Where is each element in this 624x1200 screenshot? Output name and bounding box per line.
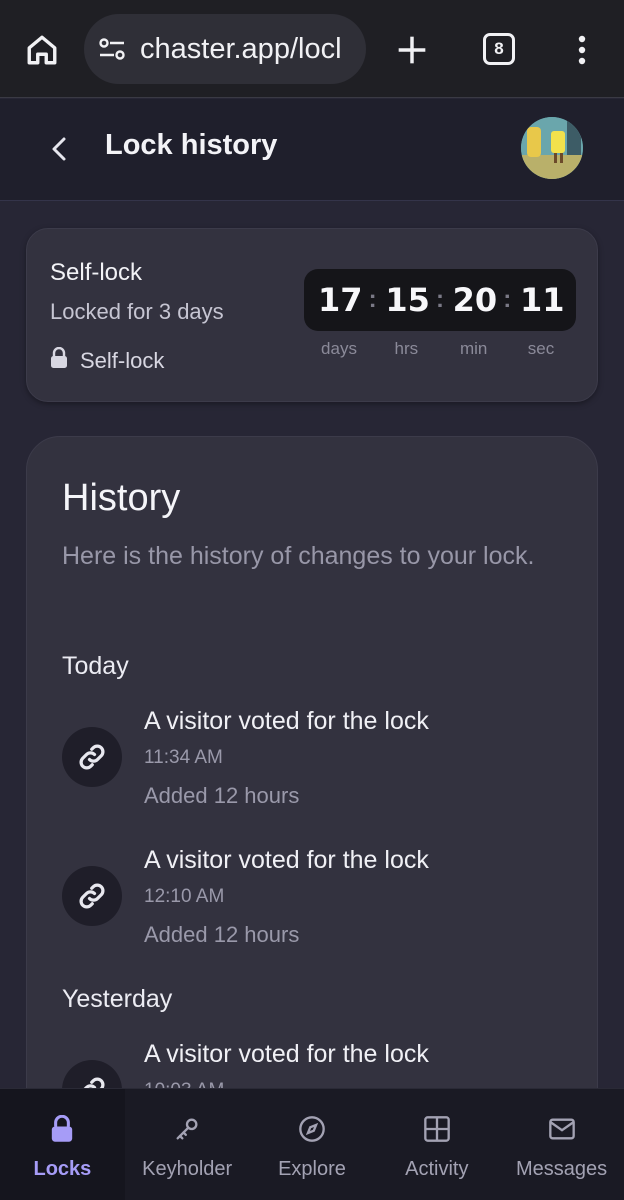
lock-summary-card[interactable]: Self-lock Locked for 3 days Self-lock 17… — [26, 228, 598, 402]
timer-unit-minutes: min — [459, 339, 488, 358]
compass-icon — [298, 1115, 326, 1148]
link-icon — [62, 727, 122, 787]
timer-separator: : — [435, 286, 444, 313]
site-settings-icon[interactable] — [98, 37, 138, 61]
event-time: 12:10 AM — [144, 886, 225, 907]
timer-units: days hrs min sec — [304, 339, 576, 359]
event-detail: Added 12 hours — [144, 783, 300, 808]
timer-unit-seconds: sec — [527, 339, 555, 358]
nav-item-locks[interactable]: Locks — [0, 1089, 125, 1200]
countdown-timer: 17 : 15 : 20 : 11 — [304, 269, 576, 331]
nav-label: Activity — [405, 1158, 469, 1180]
home-icon[interactable] — [22, 30, 62, 70]
app-header: Lock history — [0, 99, 624, 201]
lock-type-label: Self-lock — [80, 348, 165, 373]
history-title: History — [62, 477, 181, 519]
timer-unit-days: days — [321, 339, 357, 358]
timer-separator: : — [368, 286, 377, 313]
event-time: 11:34 AM — [144, 747, 223, 768]
page-title: Lock history — [105, 129, 278, 161]
nav-item-explore[interactable]: Explore — [250, 1089, 375, 1200]
browser-toolbar: chaster.app/locl 8 — [0, 0, 624, 98]
nav-label: Explore — [278, 1158, 346, 1180]
new-tab-icon[interactable] — [392, 30, 432, 70]
mail-icon — [548, 1115, 576, 1148]
timer-unit-hours: hrs — [394, 339, 419, 358]
lock-duration: Locked for 3 days — [50, 299, 224, 324]
timer-minutes: 20 — [452, 281, 498, 319]
lock-type: Self-lock — [50, 346, 165, 375]
day-label-today: Today — [62, 652, 129, 680]
nav-item-messages[interactable]: Messages — [499, 1089, 624, 1200]
nav-label: Keyholder — [142, 1158, 233, 1180]
history-event[interactable]: A visitor voted for the lock 12:10 AM Ad… — [62, 846, 562, 966]
timer-days: 17 — [318, 281, 363, 319]
tab-switcher-button[interactable]: 8 — [483, 33, 515, 65]
history-description: Here is the history of changes to your l… — [62, 542, 535, 570]
event-title: A visitor voted for the lock — [144, 1040, 429, 1068]
timer-hours: 15 — [385, 281, 430, 319]
nav-label: Locks — [33, 1158, 92, 1180]
timer-separator: : — [503, 286, 512, 313]
event-title: A visitor voted for the lock — [144, 707, 429, 735]
nav-label: Messages — [516, 1158, 608, 1180]
padlock-icon — [50, 346, 68, 375]
avatar[interactable] — [521, 117, 583, 179]
history-card: History Here is the history of changes t… — [26, 436, 598, 1156]
link-icon — [62, 866, 122, 926]
back-icon[interactable] — [40, 129, 80, 169]
day-label-yesterday: Yesterday — [62, 985, 173, 1013]
nav-item-activity[interactable]: Activity — [374, 1089, 499, 1200]
event-title: A visitor voted for the lock — [144, 846, 429, 874]
more-options-icon[interactable] — [566, 30, 598, 70]
bottom-nav: Locks Keyholder Explore Activity Message… — [0, 1088, 624, 1200]
history-event[interactable]: A visitor voted for the lock 11:34 AM Ad… — [62, 707, 562, 827]
grid-icon — [423, 1115, 451, 1148]
lock-icon — [50, 1114, 74, 1148]
event-detail: Added 12 hours — [144, 922, 300, 947]
address-bar[interactable]: chaster.app/locl — [84, 14, 366, 84]
lock-title: Self-lock — [50, 259, 143, 286]
timer-seconds: 11 — [519, 281, 565, 319]
url-text: chaster.app/locl — [140, 32, 342, 65]
key-icon — [173, 1115, 201, 1148]
nav-item-keyholder[interactable]: Keyholder — [125, 1089, 250, 1200]
